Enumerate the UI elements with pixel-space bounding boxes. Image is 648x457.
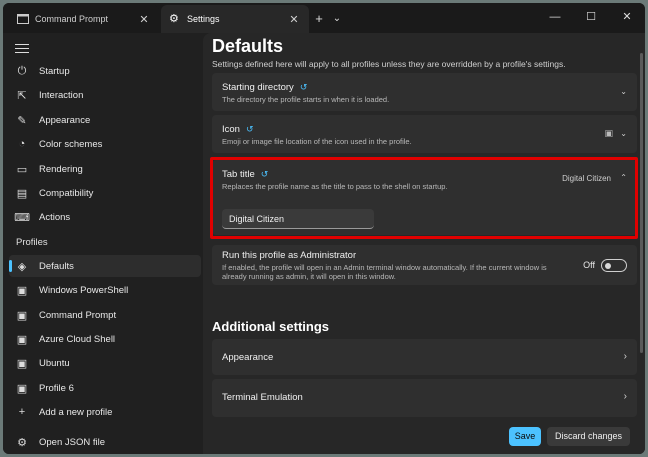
setting-description: Emoji or image file location of the icon…	[222, 137, 412, 146]
sidebar-item-azure-cloud-shell[interactable]: ▣ Azure Cloud Shell	[9, 328, 201, 350]
sidebar-item-add-profile[interactable]: + Add a new profile	[9, 401, 201, 423]
tab-dropdown-button[interactable]: ⌄	[329, 5, 345, 33]
sidebar-item-label: Appearance	[39, 114, 91, 126]
appearance-link[interactable]: Appearance ›	[212, 339, 637, 375]
setting-title: Terminal Emulation	[222, 392, 303, 403]
chevron-right-icon: ›	[623, 351, 627, 362]
image-icon: ▣	[604, 128, 613, 138]
reset-icon[interactable]: ↺	[246, 124, 254, 135]
sidebar-item-windows-powershell[interactable]: ▣ Windows PowerShell	[9, 279, 201, 301]
save-button[interactable]: Save	[509, 427, 541, 446]
sidebar-item-appearance[interactable]: ✎ Appearance	[9, 109, 201, 131]
close-tab-icon[interactable]: ✕	[287, 13, 301, 26]
compatibility-icon: ▤	[16, 187, 28, 200]
tab-label: Settings	[187, 14, 220, 24]
palette-icon: ◔	[18, 138, 26, 150]
icon-setting[interactable]: Icon ↺ Emoji or image file location of t…	[212, 115, 637, 153]
sidebar-item-interaction[interactable]: ⇱ Interaction	[9, 84, 201, 106]
admin-toggle[interactable]	[601, 259, 627, 272]
terminal-icon	[17, 14, 29, 24]
sidebar: ⏻ Startup ⇱ Interaction ✎ Appearance ◔ C…	[3, 33, 203, 454]
sidebar-item-open-json[interactable]: ⚙ Open JSON file	[9, 431, 201, 453]
setting-description: already running as admin, it will open i…	[222, 272, 396, 281]
interaction-icon: ⇱	[17, 89, 27, 102]
setting-description: The directory the profile starts in when…	[222, 95, 390, 104]
sidebar-item-startup[interactable]: ⏻ Startup	[9, 60, 201, 82]
sidebar-item-label: Add a new profile	[39, 406, 113, 418]
sidebar-item-actions[interactable]: ⌨ Actions	[9, 206, 201, 228]
highlight-box	[210, 157, 638, 239]
terminal-icon: ▣	[16, 284, 28, 297]
sidebar-item-profile-6[interactable]: ▣ Profile 6	[9, 377, 201, 399]
sidebar-item-rendering[interactable]: ▭ Rendering	[9, 158, 201, 180]
brush-icon: ✎	[17, 114, 27, 127]
sidebar-item-label: Defaults	[39, 260, 74, 272]
sidebar-item-label: Command Prompt	[39, 309, 117, 321]
keyboard-icon: ⌨	[14, 211, 30, 224]
terminal-emulation-link[interactable]: Terminal Emulation ›	[212, 379, 637, 417]
hamburger-menu-icon[interactable]	[15, 41, 29, 56]
terminal-icon: ▣	[16, 309, 28, 322]
terminal-icon: ▣	[16, 382, 28, 395]
setting-title: Appearance	[222, 352, 274, 363]
sidebar-item-label: Rendering	[39, 163, 83, 175]
maximize-button[interactable]: ☐	[573, 3, 609, 33]
toggle-state-label: Off	[583, 260, 595, 270]
close-window-button[interactable]: ✕	[609, 3, 645, 33]
sidebar-item-label: Compatibility	[39, 187, 94, 199]
plus-icon: +	[18, 406, 26, 418]
footer-bar: Save Discard changes	[203, 420, 645, 454]
page-title: Defaults	[212, 36, 284, 56]
gear-icon: ⚙	[17, 436, 27, 449]
settings-main: Defaults Settings defined here will appl…	[203, 33, 645, 454]
terminal-icon: ▣	[16, 333, 28, 346]
sidebar-item-compatibility[interactable]: ▤ Compatibility	[9, 182, 201, 204]
sidebar-item-command-prompt[interactable]: ▣ Command Prompt	[9, 304, 201, 326]
layers-icon: ◈	[17, 260, 27, 273]
sidebar-item-label: Color schemes	[39, 138, 103, 150]
sidebar-item-color-schemes[interactable]: ◔ Color schemes	[9, 133, 201, 155]
tab-bar: Command Prompt ✕ ⚙ Settings ✕ + ⌄ — ☐ ✕	[3, 3, 645, 33]
chevron-right-icon: ›	[623, 391, 627, 402]
setting-description: If enabled, the profile will open in an …	[222, 263, 547, 272]
starting-directory-setting[interactable]: Starting directory ↺ The directory the p…	[212, 73, 637, 111]
monitor-icon: ▭	[16, 163, 28, 176]
setting-title: Run this profile as Administrator	[222, 250, 357, 261]
sidebar-item-defaults[interactable]: ◈ Defaults	[9, 255, 201, 277]
sidebar-item-ubuntu[interactable]: ▣ Ubuntu	[9, 352, 201, 374]
window-controls: — ☐ ✕	[537, 3, 645, 33]
tab-settings[interactable]: ⚙ Settings ✕	[161, 5, 309, 33]
sidebar-item-label: Startup	[39, 65, 70, 77]
gear-icon: ⚙	[169, 13, 179, 25]
setting-title: Icon	[222, 124, 240, 135]
scrollbar[interactable]	[640, 53, 643, 353]
new-tab-button[interactable]: +	[309, 5, 329, 33]
chevron-down-icon[interactable]: ⌄	[620, 129, 627, 138]
run-as-admin-setting[interactable]: Run this profile as Administrator If ena…	[212, 245, 637, 285]
chevron-down-icon[interactable]: ⌄	[620, 87, 627, 96]
setting-title: Starting directory	[222, 82, 294, 93]
minimize-button[interactable]: —	[537, 3, 573, 33]
reset-icon[interactable]: ↺	[300, 82, 308, 93]
close-tab-icon[interactable]: ✕	[137, 13, 151, 26]
discard-changes-button[interactable]: Discard changes	[547, 427, 630, 446]
sidebar-item-label: Azure Cloud Shell	[39, 333, 116, 345]
additional-settings-title: Additional settings	[212, 319, 329, 334]
page-description: Settings defined here will apply to all …	[212, 59, 566, 69]
terminal-icon: ▣	[16, 357, 28, 370]
tab-label: Command Prompt	[35, 14, 109, 24]
sidebar-item-label: Windows PowerShell	[39, 284, 129, 296]
sidebar-item-label: Interaction	[39, 89, 84, 101]
sidebar-item-label: Profile 6	[39, 382, 74, 394]
sidebar-item-label: Ubuntu	[39, 357, 70, 369]
sidebar-item-label: Open JSON file	[39, 436, 105, 448]
sidebar-item-label: Actions	[39, 211, 71, 223]
tab-command-prompt[interactable]: Command Prompt ✕	[9, 5, 159, 33]
terminal-window: Command Prompt ✕ ⚙ Settings ✕ + ⌄ — ☐ ✕ …	[3, 3, 645, 454]
startup-icon: ⏻	[17, 64, 27, 77]
profiles-section-label: Profiles	[16, 237, 48, 248]
